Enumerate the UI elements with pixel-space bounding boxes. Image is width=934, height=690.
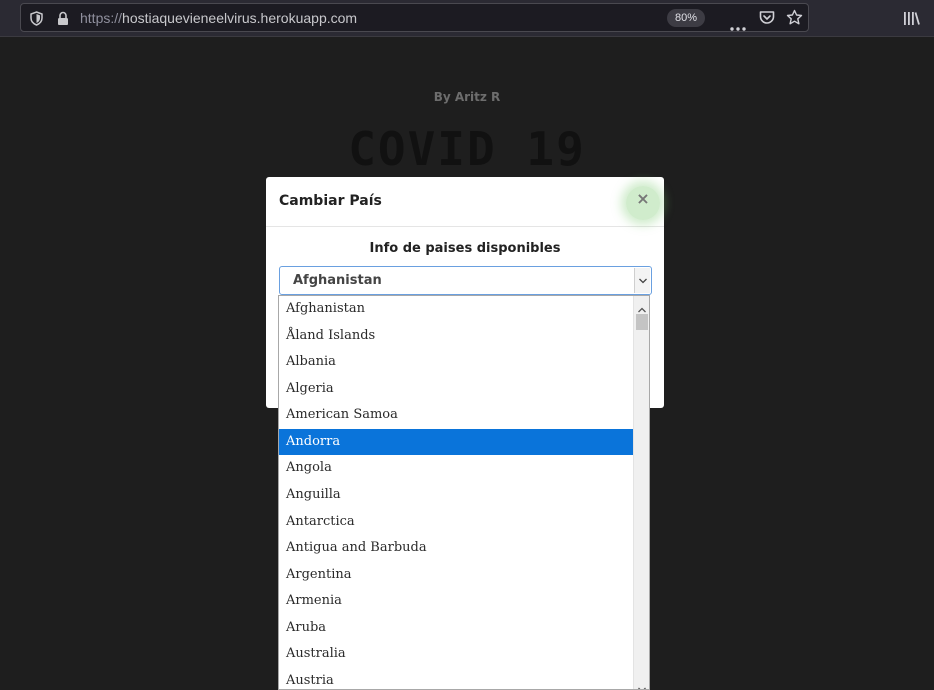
dropdown-option[interactable]: Austria <box>279 668 633 689</box>
dropdown-option[interactable]: Aruba <box>279 615 633 641</box>
shield-icon[interactable] <box>30 11 43 30</box>
modal-header: Cambiar País × <box>266 177 664 227</box>
dropdown-scrollbar[interactable] <box>633 296 649 689</box>
close-button[interactable]: × <box>633 189 653 209</box>
more-actions-icon[interactable] <box>730 16 746 35</box>
country-select-value: Afghanistan <box>293 273 382 288</box>
url-host: hostiaquevieneelvirus.herokuapp.com <box>122 10 358 26</box>
dropdown-option[interactable]: Armenia <box>279 588 633 614</box>
dropdown-option-highlighted[interactable]: Andorra <box>279 429 633 455</box>
dropdown-option[interactable]: Australia <box>279 641 633 667</box>
dropdown-option[interactable]: Albania <box>279 349 633 375</box>
dropdown-option[interactable]: Afghanistan <box>279 296 633 322</box>
pocket-icon[interactable] <box>759 10 775 29</box>
dropdown-option[interactable]: Antigua and Barbuda <box>279 535 633 561</box>
modal-title: Cambiar País <box>279 193 382 209</box>
chevron-down-icon[interactable] <box>634 268 650 293</box>
dropdown-option[interactable]: Algeria <box>279 376 633 402</box>
scroll-down-arrow-icon[interactable] <box>637 679 647 689</box>
dropdown-option[interactable]: Åland Islands <box>279 323 633 349</box>
dropdown-option[interactable]: Argentina <box>279 562 633 588</box>
scrollbar-thumb[interactable] <box>636 314 648 330</box>
bookmark-star-icon[interactable] <box>786 9 803 30</box>
countries-available-label: Info de paises disponibles <box>369 241 561 256</box>
url-protocol: https:// <box>80 10 123 26</box>
country-select[interactable]: Afghanistan <box>279 266 652 295</box>
library-icon[interactable] <box>903 11 920 30</box>
country-dropdown-list[interactable]: Afghanistan Åland Islands Albania Algeri… <box>278 295 650 690</box>
browser-toolbar: https://hostiaquevieneelvirus.herokuapp.… <box>0 0 934 37</box>
dropdown-option[interactable]: American Samoa <box>279 402 633 428</box>
author-byline: By Aritz R <box>433 90 501 104</box>
lock-icon[interactable] <box>57 11 69 30</box>
zoom-level-badge[interactable]: 80% <box>667 9 705 27</box>
dropdown-option[interactable]: Antarctica <box>279 509 633 535</box>
dropdown-option[interactable]: Anguilla <box>279 482 633 508</box>
url-text[interactable]: https://hostiaquevieneelvirus.herokuapp.… <box>80 10 357 26</box>
url-bar[interactable]: https://hostiaquevieneelvirus.herokuapp.… <box>20 3 809 32</box>
dropdown-option[interactable]: Angola <box>279 455 633 481</box>
page-title: COVID 19 <box>348 122 586 176</box>
